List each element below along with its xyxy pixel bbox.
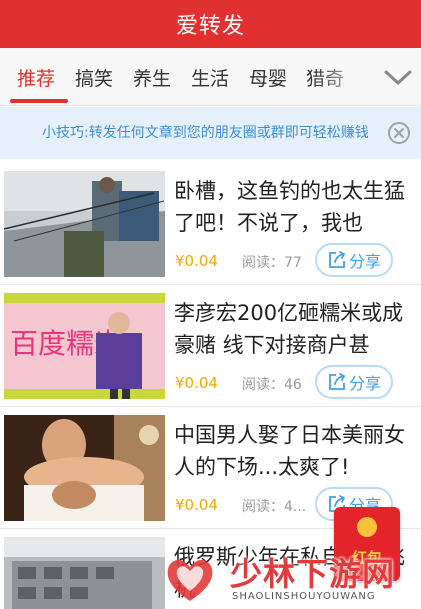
article-item[interactable]: 卧槽，这鱼钓的也太生猛了吧！不说了，我也 ¥0.04 阅读：77 分享	[0, 163, 421, 285]
share-button-label: 分享	[348, 374, 381, 393]
category-tabs: 推荐 搞笑 养生 生活 母婴 猎奇	[0, 48, 421, 106]
article-thumbnail	[4, 415, 165, 521]
share-arrow-icon	[329, 373, 345, 390]
tab-life[interactable]: 生活	[191, 64, 229, 91]
tip-bar: 小技巧:转发任何文章到您的朋友圈或群即可轻松赚钱	[0, 107, 421, 159]
app-bar: 爱转发	[0, 0, 421, 48]
close-circle-icon[interactable]	[387, 121, 411, 145]
read-count-label: 阅读：	[242, 377, 284, 393]
tab-funny[interactable]: 搞笑	[75, 64, 113, 91]
tab-recommend[interactable]: 推荐	[17, 64, 55, 91]
active-tab-indicator	[10, 99, 68, 103]
article-thumbnail: 百度糯米	[4, 293, 165, 399]
read-count-value: 4...	[284, 499, 307, 515]
article-thumbnail	[4, 537, 165, 609]
share-button-label: 分享	[348, 252, 381, 271]
article-title[interactable]: 中国男人娶了日本美丽女人的下场...太爽了!	[174, 419, 416, 483]
tabs-fade-overlay	[313, 48, 373, 105]
watermark-subtext: SHAOLINSHOUYOUWANG	[232, 591, 376, 602]
article-item[interactable]: 百度糯米 李彦宏200亿砸糯米或成豪赌 线下对接商户甚 ¥0.04 阅读：46 …	[0, 285, 421, 407]
tab-parenting[interactable]: 母婴	[249, 64, 287, 91]
article-title[interactable]: 李彦宏200亿砸糯米或成豪赌 线下对接商户甚	[174, 297, 416, 361]
reward-price: ¥0.04	[175, 496, 218, 514]
coin-icon	[357, 517, 377, 537]
reward-price: ¥0.04	[175, 252, 218, 270]
read-count-label: 阅读：	[242, 499, 284, 515]
reward-price: ¥0.04	[175, 374, 218, 392]
watermark-logo-icon	[167, 559, 213, 601]
article-thumbnail	[4, 171, 165, 277]
watermark-text: 少林下游网	[230, 555, 396, 593]
read-count: 阅读：77	[242, 252, 302, 272]
site-watermark: 少林下游网 SHAOLINSHOUYOUWANG	[160, 545, 421, 609]
share-button[interactable]: 分享	[315, 365, 393, 399]
read-count-value: 46	[284, 377, 302, 393]
share-button[interactable]: 分享	[315, 243, 393, 277]
read-count: 阅读：4...	[242, 496, 306, 516]
share-arrow-icon	[329, 251, 345, 268]
read-count-value: 77	[284, 255, 302, 271]
article-title[interactable]: 卧槽，这鱼钓的也太生猛了吧！不说了，我也	[174, 175, 416, 239]
read-count-label: 阅读：	[242, 255, 284, 271]
read-count: 阅读：46	[242, 374, 302, 394]
app-title: 爱转发	[175, 14, 245, 39]
tip-text: 小技巧:转发任何文章到您的朋友圈或群即可轻松赚钱	[42, 125, 369, 141]
tab-health[interactable]: 养生	[133, 64, 171, 91]
chevron-down-icon[interactable]	[383, 62, 413, 92]
